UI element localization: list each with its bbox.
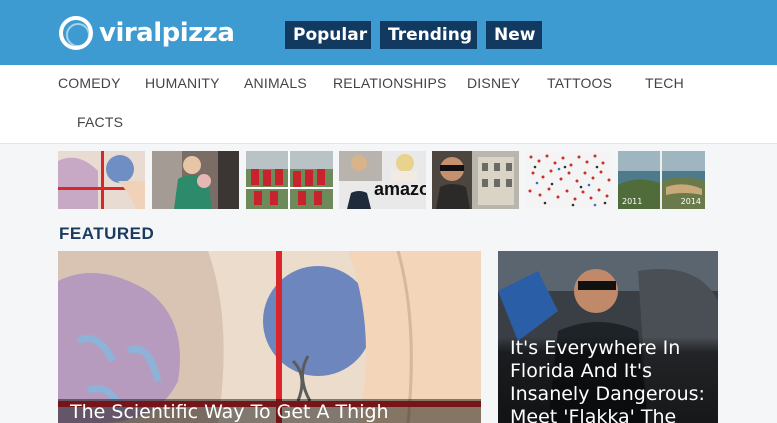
amazon-logo-text: amazo bbox=[374, 179, 426, 199]
featured-card-right[interactable]: It's Everywhere In Florida And It's Insa… bbox=[498, 251, 718, 423]
featured-right-title-line-2: Florida And It's bbox=[510, 360, 652, 382]
featured-left-title[interactable]: The Scientific Way To Get A Thigh bbox=[58, 399, 481, 423]
category-facts[interactable]: FACTS bbox=[77, 114, 123, 130]
category-bar: COMEDY HUMANITY ANIMALS RELATIONSHIPS DI… bbox=[0, 65, 777, 144]
coastline-comparison-thumb[interactable]: 2011 2014 bbox=[618, 151, 705, 209]
featured-right-title-line-3: Insanely Dangerous: bbox=[510, 383, 705, 405]
site-header: viralpizza Popular Trending New bbox=[0, 0, 777, 65]
woman-with-baby-thumb[interactable] bbox=[152, 151, 239, 209]
colored-dots-map-thumb[interactable] bbox=[525, 151, 612, 209]
amazon-people-thumb[interactable]: amazo bbox=[339, 151, 426, 209]
thigh-illustration-image bbox=[58, 251, 481, 423]
nav-popular-button[interactable]: Popular bbox=[285, 21, 371, 49]
logo-text: viralpizza bbox=[99, 18, 235, 48]
logo-ring-icon bbox=[59, 16, 93, 50]
featured-right-title-line-4: Meet 'Flakka' The bbox=[510, 406, 677, 423]
category-animals[interactable]: ANIMALS bbox=[244, 75, 307, 91]
category-tech[interactable]: TECH bbox=[645, 75, 684, 91]
nav-new-button[interactable]: New bbox=[486, 21, 542, 49]
sports-team-thumb[interactable] bbox=[246, 151, 333, 209]
site-logo[interactable]: viralpizza bbox=[59, 13, 235, 53]
category-humanity[interactable]: HUMANITY bbox=[145, 75, 220, 91]
category-disney[interactable]: DISNEY bbox=[467, 75, 520, 91]
category-tattoos[interactable]: TATTOOS bbox=[547, 75, 612, 91]
thumb-year-right-label: 2014 bbox=[680, 197, 701, 206]
nav-trending-button[interactable]: Trending bbox=[380, 21, 477, 49]
category-comedy[interactable]: COMEDY bbox=[58, 75, 121, 91]
man-sunglasses-street-thumb[interactable] bbox=[432, 151, 519, 209]
featured-right-title[interactable]: It's Everywhere In Florida And It's Insa… bbox=[498, 337, 718, 423]
thigh-diagram-thumb[interactable] bbox=[58, 151, 145, 209]
category-relationships[interactable]: RELATIONSHIPS bbox=[333, 75, 447, 91]
featured-card-left[interactable]: The Scientific Way To Get A Thigh bbox=[58, 251, 481, 423]
featured-right-title-line-1: It's Everywhere In bbox=[510, 337, 681, 359]
featured-heading: FEATURED bbox=[59, 224, 155, 243]
thumb-year-left-label: 2011 bbox=[622, 197, 643, 206]
